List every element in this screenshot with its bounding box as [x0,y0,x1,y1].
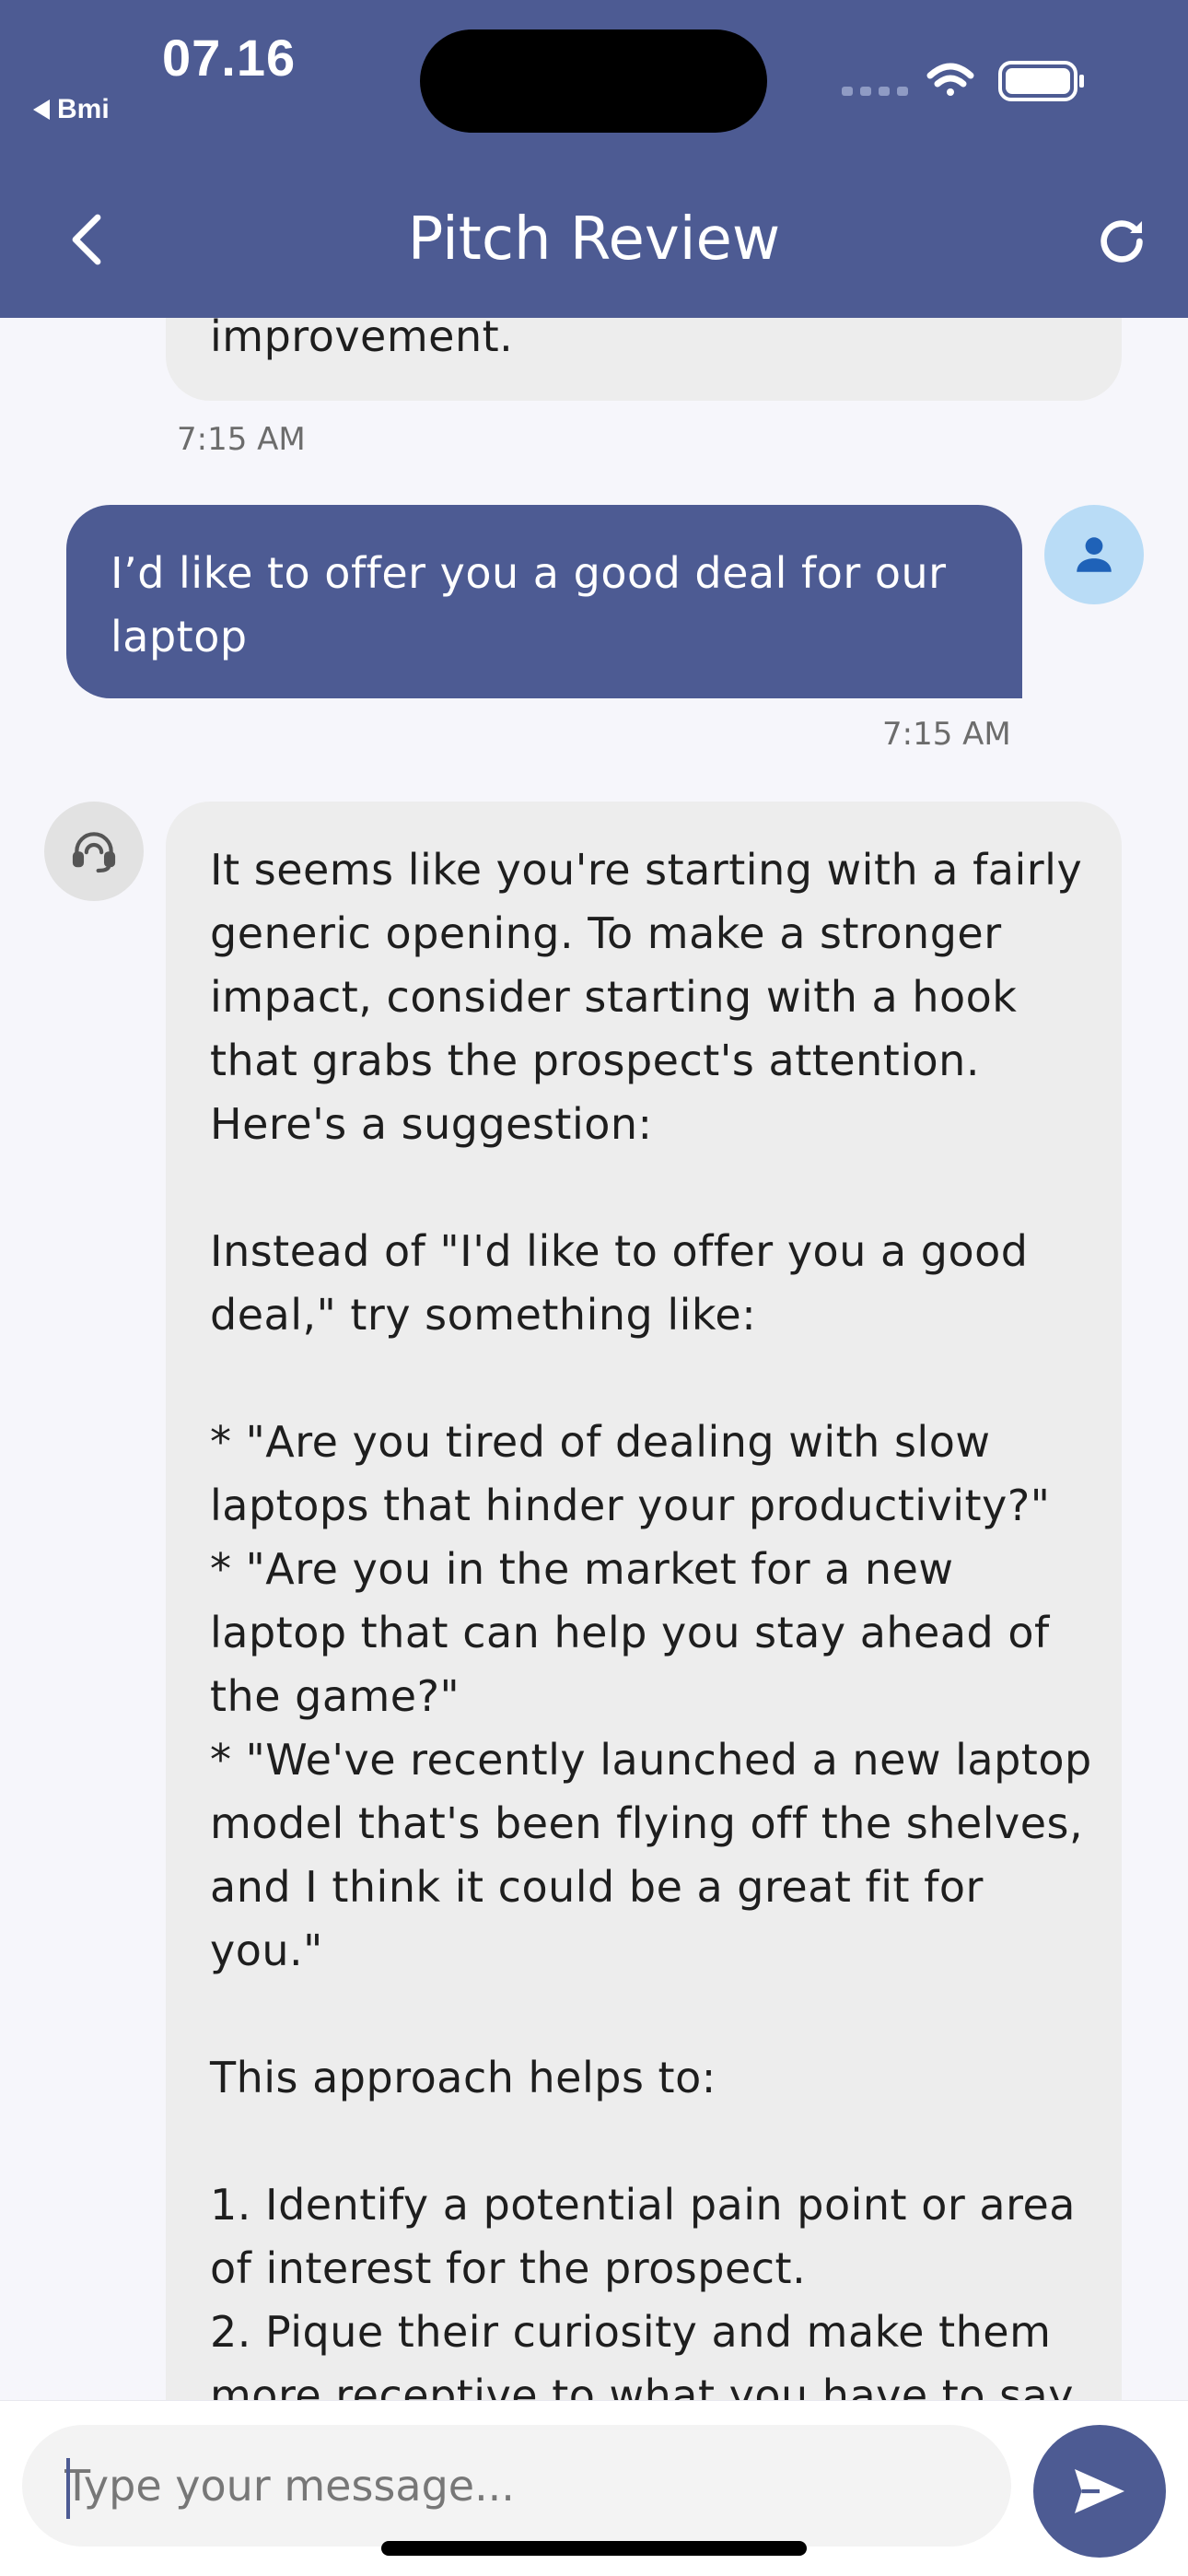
status-time: 07.16 [162,29,297,87]
refresh-button[interactable] [1087,206,1157,276]
user-avatar [1044,505,1144,604]
back-to-app-link[interactable]: Bmi [33,94,110,125]
status-icons [842,61,1084,101]
back-app-label: Bmi [57,94,110,124]
send-icon [1075,2469,1124,2513]
message-timestamp: 7:15 AM [882,716,1011,753]
refresh-icon [1101,220,1143,263]
battery-icon [998,61,1084,101]
message-list[interactable]: improvement. 7:15 AM I’d like to offer y… [0,0,1188,2400]
user-message-bubble: I’d like to offer you a good deal for ou… [66,505,1022,698]
title-bar: Pitch Review [0,184,1188,295]
person-icon [1077,537,1112,572]
home-indicator [381,2541,807,2556]
text-caret [66,2458,70,2519]
message-text: It seems like you're starting with a fai… [210,845,1092,2400]
message-timestamp: 7:15 AM [177,421,306,458]
message-text: improvement. [210,311,514,361]
bot-avatar [44,802,144,901]
page-title: Pitch Review [407,205,781,274]
wifi-icon [926,63,974,96]
cellular-signal-icon [842,87,908,96]
app-header: 07.16 Bmi Pitch Review [0,0,1188,318]
chat-screen: improvement. 7:15 AM I’d like to offer y… [0,0,1188,2576]
dynamic-island [420,29,767,133]
headset-agent-icon [72,832,116,873]
back-triangle-icon [33,100,50,120]
message-input[interactable] [22,2425,1011,2547]
bot-message-bubble: It seems like you're starting with a fai… [166,802,1122,2400]
message-text: I’d like to offer you a good deal for ou… [111,548,947,662]
send-button[interactable] [1033,2425,1166,2558]
